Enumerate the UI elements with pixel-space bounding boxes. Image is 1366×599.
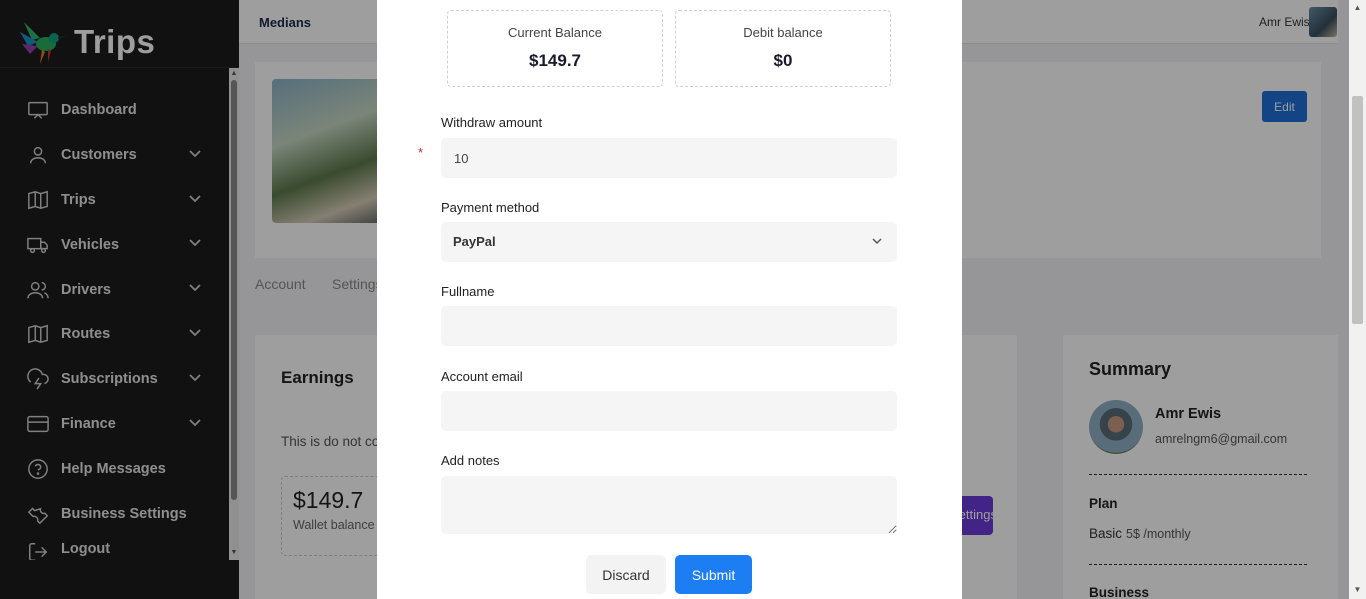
current-balance-box: Current Balance $149.7	[447, 10, 663, 87]
debit-balance-label: Debit balance	[743, 25, 823, 40]
account-email-input[interactable]	[441, 391, 897, 431]
submit-button[interactable]: Submit	[675, 555, 752, 594]
withdraw-amount-input[interactable]	[441, 138, 897, 178]
page-scroll-thumb[interactable]	[1352, 96, 1363, 324]
payment-method-label: Payment method	[441, 200, 540, 215]
payment-method-value: PayPal	[453, 234, 496, 249]
page-scrollbar[interactable]: ▲ ▼	[1349, 0, 1366, 599]
current-balance-value: $149.7	[529, 51, 581, 70]
withdraw-amount-label: Withdraw amount	[441, 115, 543, 130]
debit-balance-value: $0	[773, 51, 793, 70]
chevron-down-icon	[872, 238, 882, 245]
fullname-label: Fullname	[441, 284, 495, 299]
notes-label: Add notes	[441, 453, 500, 468]
notes-textarea[interactable]	[441, 476, 897, 534]
payment-method-select[interactable]: PayPal	[441, 222, 897, 262]
debit-balance-box: Debit balance $0	[675, 10, 891, 87]
discard-button[interactable]: Discard	[586, 555, 666, 594]
account-email-label: Account email	[441, 369, 523, 384]
withdraw-modal: Current Balance $149.7 Debit balance $0 …	[377, 0, 962, 599]
current-balance-label: Current Balance	[508, 25, 602, 40]
fullname-input[interactable]	[441, 306, 897, 346]
required-mark: *	[418, 145, 424, 160]
scroll-down-arrow-icon[interactable]: ▼	[1353, 585, 1362, 594]
scroll-up-arrow-icon[interactable]: ▲	[1353, 3, 1362, 12]
